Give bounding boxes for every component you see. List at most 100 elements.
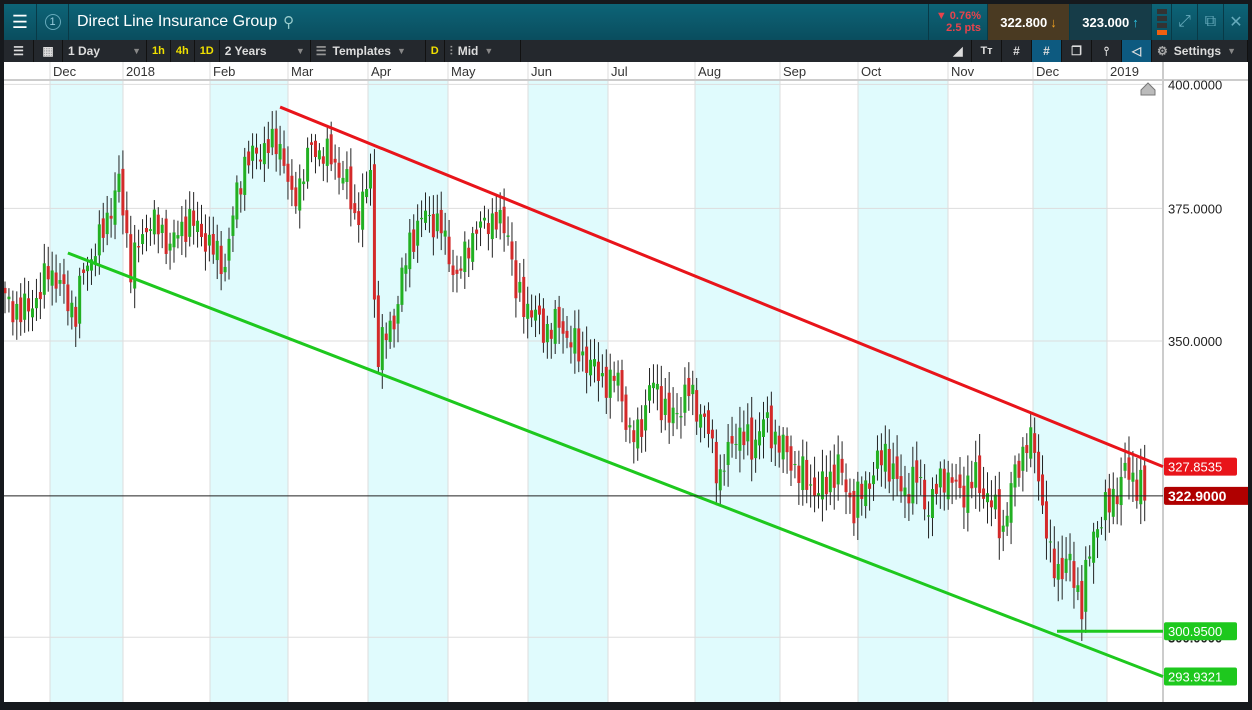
candle-body	[624, 394, 628, 430]
candle-body	[534, 309, 538, 321]
settings-button[interactable]: ⚙ Settings ▼	[1152, 40, 1248, 62]
search-icon[interactable]: ⚲	[283, 13, 294, 31]
gear-icon: ⚙	[1157, 44, 1168, 58]
candle-body	[86, 265, 90, 272]
candle-body	[522, 276, 526, 318]
candle-body	[581, 351, 585, 356]
grid-icon[interactable]: #	[1002, 40, 1032, 62]
buy-button[interactable]: 323.000 ↑	[1070, 4, 1152, 40]
candle-body	[310, 142, 314, 145]
sell-button[interactable]: 322.800 ↓	[988, 4, 1070, 40]
candle-body	[1084, 559, 1088, 612]
month-band	[50, 80, 123, 702]
menu-button[interactable]: ☰	[4, 4, 37, 40]
candle-body	[486, 223, 490, 235]
candle-body	[706, 410, 710, 434]
list-icon[interactable]: ☰	[4, 40, 34, 62]
candle-body	[302, 181, 306, 185]
candle-body	[978, 455, 982, 494]
candle-body	[946, 472, 950, 500]
candle-body	[1056, 564, 1060, 580]
instrument-title[interactable]: Direct Line Insurance Group	[69, 13, 277, 31]
candle-body	[247, 151, 251, 166]
chart-canvas[interactable]: Dec 2018 Feb Mar Apr May Jun Jul Aug Sep Oct Nov Dec…	[3, 62, 1252, 702]
month-band	[528, 80, 608, 702]
price-tick-label: 350.0000	[1168, 334, 1222, 349]
candle-body	[1033, 433, 1037, 453]
tab-number-badge[interactable]: 1	[37, 4, 69, 40]
candle-body	[215, 240, 219, 261]
candle-body	[962, 485, 966, 508]
candle-body	[565, 330, 569, 338]
candle-body	[593, 359, 596, 367]
candle-body	[192, 210, 196, 226]
grid-edit-icon[interactable]: #	[1032, 40, 1062, 62]
candle-body	[883, 443, 887, 472]
interval-1d[interactable]: 1D	[195, 40, 220, 62]
candle-body	[235, 182, 239, 220]
text-tool-icon[interactable]: Tт	[972, 40, 1002, 62]
candle-body	[353, 203, 357, 214]
close-icon[interactable]: ✕	[1224, 4, 1248, 40]
candle-body	[15, 303, 19, 320]
candle-body	[997, 489, 1001, 539]
candle-body	[420, 217, 424, 220]
candle-body	[306, 147, 310, 182]
candle-body	[243, 156, 247, 195]
candle-body	[148, 229, 152, 231]
candle-body	[1139, 469, 1143, 505]
interval-select[interactable]: 1 Day ▼	[63, 40, 147, 62]
candle-body	[239, 188, 243, 195]
interval-1h[interactable]: 1h	[147, 40, 171, 62]
candle-body	[970, 481, 974, 489]
layers-icon[interactable]: ❐	[1062, 40, 1092, 62]
month-label: Sep	[783, 64, 806, 79]
candle-body	[954, 479, 958, 482]
price-type-select[interactable]: ⫶ Mid ▼	[445, 40, 521, 62]
candle-body	[121, 168, 125, 216]
candle-body	[730, 436, 734, 444]
popout-icon[interactable]: ⧉	[1198, 4, 1224, 40]
candle-body	[270, 128, 274, 148]
expand-icon[interactable]: ⤢	[1172, 4, 1198, 40]
indicator-icon[interactable]: ⫯	[1092, 40, 1122, 62]
candle-body	[663, 398, 667, 415]
candle-body	[325, 138, 329, 166]
month-label: Mar	[291, 64, 314, 79]
candle-body	[329, 134, 333, 165]
drawing-d-button[interactable]: D	[426, 40, 445, 62]
range-select[interactable]: 2 Years ▼	[220, 40, 311, 62]
candle-body	[530, 310, 534, 318]
price-chart[interactable]: Dec 2018 Feb Mar Apr May Jun Jul Aug Sep Oct Nov Dec…	[3, 62, 1252, 702]
label-tag-icon[interactable]: ◁	[1122, 40, 1152, 62]
candle-body	[632, 430, 636, 443]
candle-body	[443, 230, 447, 237]
candle-body	[600, 373, 604, 377]
interval-4h[interactable]: 4h	[171, 40, 195, 62]
candle-body	[718, 469, 722, 491]
candle-body	[541, 308, 545, 343]
candle-body	[361, 191, 365, 230]
candle-body	[903, 487, 907, 497]
candle-body	[915, 460, 919, 483]
arrow-up-icon: ↑	[1132, 14, 1139, 30]
candle-body	[231, 215, 235, 236]
candle-body	[1111, 488, 1115, 517]
candle-body	[1080, 580, 1084, 620]
trendline-tool-icon[interactable]: ◢	[945, 40, 972, 62]
candle-body	[993, 494, 997, 510]
candle-body	[714, 441, 718, 484]
candle-body	[274, 128, 278, 155]
layout-icon[interactable]: ▦	[34, 40, 63, 62]
candle-body	[1135, 479, 1139, 501]
candle-body	[1025, 445, 1029, 454]
candle-body	[321, 156, 325, 164]
month-label: Dec	[1036, 64, 1060, 79]
templates-button[interactable]: ☰ Templates ▼	[311, 40, 426, 62]
candle-body	[408, 232, 412, 270]
candle-body	[919, 477, 923, 479]
candle-body	[813, 477, 817, 497]
candle-body	[640, 419, 644, 437]
candle-body	[255, 147, 259, 154]
candle-body	[872, 475, 876, 485]
